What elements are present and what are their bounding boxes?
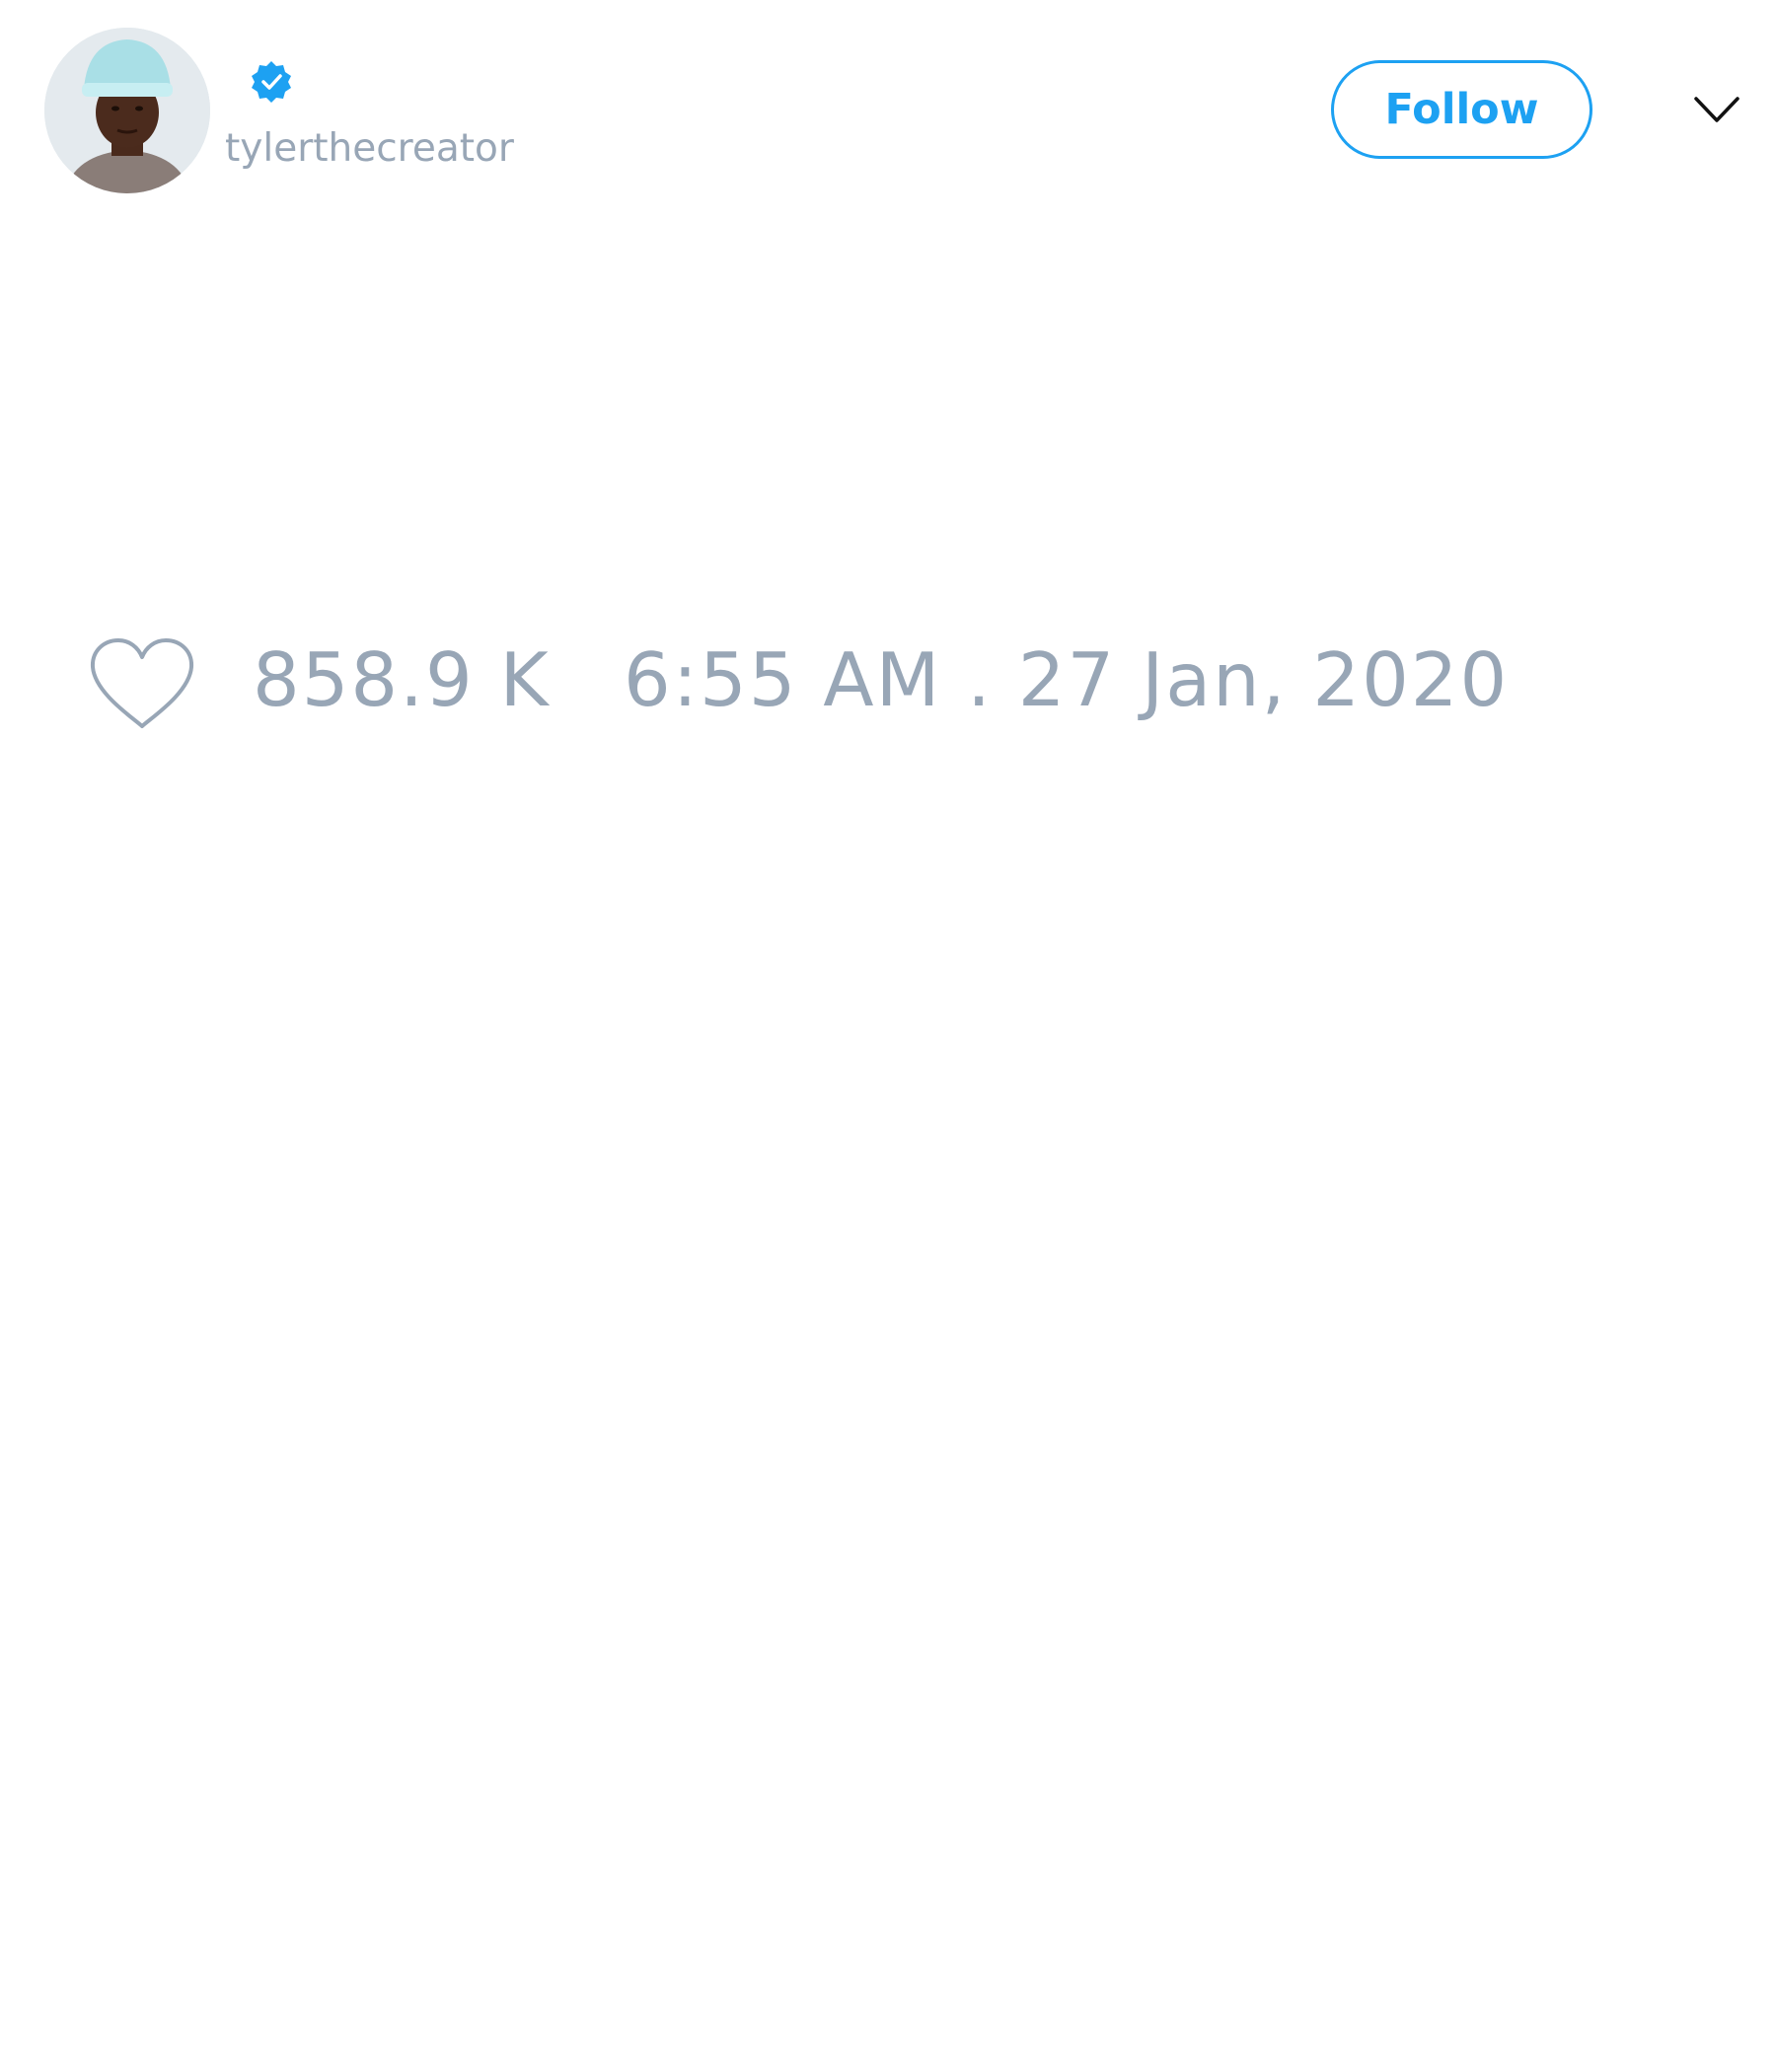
chevron-down-icon[interactable] [1693,93,1740,126]
avatar-photo [44,28,210,193]
like-count: 858.9 K [253,636,551,723]
verified-badge-icon [249,59,294,105]
heart-icon[interactable] [89,635,195,732]
author-handle[interactable]: tylerthecreator [225,126,514,171]
tweet-stats: 858.9 K 6:55 AM . 27 Jan, 2020 [0,622,1776,740]
tweet-timestamp[interactable]: 6:55 AM . 27 Jan, 2020 [624,636,1509,723]
tweet-header: tylerthecreator Follow [0,0,1776,217]
follow-button[interactable]: Follow [1331,60,1592,159]
avatar[interactable] [44,28,210,193]
